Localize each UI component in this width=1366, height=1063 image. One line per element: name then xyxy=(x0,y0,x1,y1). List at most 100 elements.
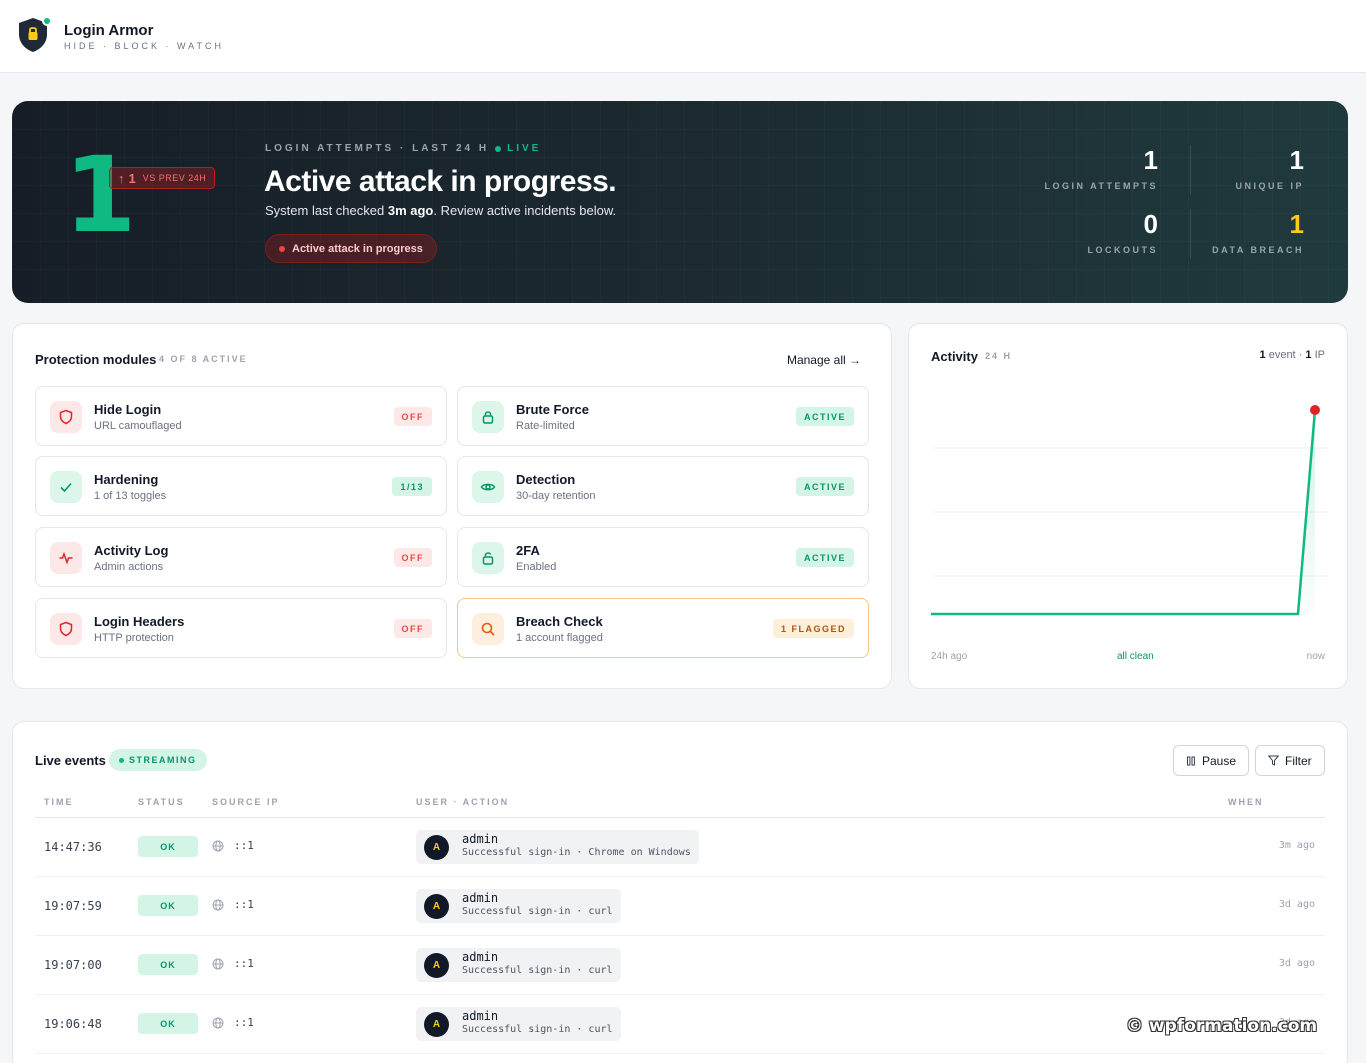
user-action-block: A admin Successful sign-in · Chrome on W… xyxy=(416,830,699,864)
user-name: admin xyxy=(462,891,499,905)
status-badge: ACTIVE xyxy=(795,407,854,426)
filter-button[interactable]: Filter xyxy=(1255,745,1325,776)
status-badge: OFF xyxy=(393,407,432,426)
module-subtitle: URL camouflaged xyxy=(94,420,182,432)
stat-lockouts: 0 LOCKOUTS xyxy=(1088,211,1159,255)
module-subtitle: Admin actions xyxy=(94,561,164,573)
module-title: Activity Log xyxy=(94,543,169,558)
module-title: Brute Force xyxy=(516,402,589,417)
module-subtitle: 30-day retention xyxy=(516,490,596,502)
hero-banner: 1 ↑ 1 VS PREV 24H LOGIN ATTEMPTS · LAST … xyxy=(12,101,1348,303)
arrow-up-icon: ↑ xyxy=(118,170,125,186)
pause-button[interactable]: Pause xyxy=(1173,745,1250,776)
shield-icon xyxy=(50,613,82,645)
table-row[interactable]: 19:07:00 OK ::1 A admin Successful sign-… xyxy=(35,936,1325,995)
status-badge: OFF xyxy=(393,619,432,638)
summary-events: 1 xyxy=(1259,349,1266,361)
module-title: Hardening xyxy=(94,472,159,487)
stat-value: 1 xyxy=(1143,145,1158,175)
stat-data-breach: 1 DATA BREACH xyxy=(1212,211,1304,255)
globe-icon xyxy=(212,840,224,852)
summary-ip: 1 xyxy=(1305,349,1312,361)
subtitle-suffix: . Review active incidents below. xyxy=(433,203,617,218)
user-action-block: A admin Successful sign-in · curl xyxy=(416,889,621,923)
user-action: Successful sign-in · curl xyxy=(462,1024,613,1035)
chart-foot-mid: all clean xyxy=(1117,651,1154,662)
live-dot-icon xyxy=(495,145,502,152)
stat-value: 1 xyxy=(1289,145,1304,175)
source-ip: ::1 xyxy=(234,898,254,911)
module-subtitle: Rate-limited xyxy=(516,420,575,432)
user-name: admin xyxy=(462,1009,499,1023)
live-events-card: Live events STREAMING Pause Filter TIME … xyxy=(12,721,1348,1063)
user-action-block: A admin Successful sign-in · curl xyxy=(416,948,621,982)
column-header-when: WHEN xyxy=(1228,797,1264,807)
event-point[interactable] xyxy=(1310,405,1320,415)
column-header-user-action: USER · ACTION xyxy=(416,797,510,807)
module-activity-log[interactable]: Activity Log Admin actions OFF xyxy=(35,527,447,587)
module-detection[interactable]: Detection 30-day retention ACTIVE xyxy=(457,456,869,516)
source-ip: ::1 xyxy=(234,957,254,970)
live-label: LIVE xyxy=(507,143,542,154)
stat-label: LOGIN ATTEMPTS xyxy=(1044,181,1158,191)
module-title: 2FA xyxy=(516,543,540,558)
module-hide-login[interactable]: Hide Login URL camouflaged OFF xyxy=(35,386,447,446)
eye-icon xyxy=(472,471,504,503)
event-time: 14:47:36 xyxy=(44,840,102,854)
status-badge: OK xyxy=(138,836,198,857)
user-name: admin xyxy=(462,950,499,964)
hero-grid-background xyxy=(12,101,1348,303)
activity-range: 24 H xyxy=(985,351,1013,361)
status-badge: 1 FLAGGED xyxy=(772,619,854,638)
brand-tagline: HIDE · BLOCK · WATCH xyxy=(64,41,225,51)
stat-divider xyxy=(1190,209,1191,259)
module-brute-force[interactable]: Brute Force Rate-limited ACTIVE xyxy=(457,386,869,446)
status-badge: ACTIVE xyxy=(795,548,854,567)
user-action: Successful sign-in · curl xyxy=(462,965,613,976)
filter-icon xyxy=(1268,755,1279,766)
status-badge: OK xyxy=(138,895,198,916)
stat-label: UNIQUE IP xyxy=(1235,181,1304,191)
event-time: 19:06:48 xyxy=(44,1017,102,1031)
module-hardening[interactable]: Hardening 1 of 13 toggles 1/13 xyxy=(35,456,447,516)
module-breach-check[interactable]: Breach Check 1 account flagged 1 FLAGGED xyxy=(457,598,869,658)
table-row[interactable]: 19:07:59 OK ::1 A admin Successful sign-… xyxy=(35,877,1325,936)
subtitle-time: 3m ago xyxy=(387,203,434,218)
activity-summary: 1 event · 1 IP xyxy=(1260,349,1325,361)
column-header-status: STATUS xyxy=(138,797,185,807)
event-time: 19:07:59 xyxy=(44,899,102,913)
pulse-icon xyxy=(50,542,82,574)
attack-status-pill[interactable]: Active attack in progress xyxy=(265,234,437,263)
subtitle-prefix: System last checked xyxy=(265,203,385,218)
filter-label: Filter xyxy=(1285,753,1312,768)
watermark: © wpformation.com xyxy=(1126,1016,1318,1036)
user-action-block: A admin Successful sign-in · curl xyxy=(416,1007,621,1041)
streaming-label: STREAMING xyxy=(129,755,197,765)
stat-value: 0 xyxy=(1143,209,1158,239)
event-when: 3d ago xyxy=(1278,958,1315,969)
module-login-headers[interactable]: Login Headers HTTP protection OFF xyxy=(35,598,447,658)
event-time: 19:07:00 xyxy=(44,958,102,972)
chart-foot-left: 24h ago xyxy=(931,651,968,662)
column-header-source-ip: SOURCE IP xyxy=(212,797,280,807)
user-action: Successful sign-in · Chrome on Windows xyxy=(462,847,691,858)
table-row[interactable]: 14:47:36 OK ::1 A admin Successful sign-… xyxy=(35,818,1325,877)
lock-icon xyxy=(472,401,504,433)
summary-ip-label: IP xyxy=(1314,349,1325,361)
activity-card: Activity 24 H 1 event · 1 IP 24h ago all… xyxy=(908,323,1348,689)
stat-divider xyxy=(1190,145,1191,195)
manage-all-link[interactable]: Manage all → xyxy=(787,353,861,367)
delta-value: 1 xyxy=(128,170,136,186)
check-icon xyxy=(50,471,82,503)
top-bar: Login Armor HIDE · BLOCK · WATCH xyxy=(0,0,1366,73)
avatar: A xyxy=(424,953,449,978)
avatar: A xyxy=(424,1012,449,1037)
globe-icon xyxy=(212,1017,224,1029)
module-2fa[interactable]: 2FA Enabled ACTIVE xyxy=(457,527,869,587)
modules-title: Protection modules xyxy=(35,352,157,367)
avatar: A xyxy=(424,894,449,919)
user-action: Successful sign-in · curl xyxy=(462,906,613,917)
unlock-icon xyxy=(472,542,504,574)
stat-label: DATA BREACH xyxy=(1212,245,1304,255)
event-when: 3d ago xyxy=(1278,899,1315,910)
